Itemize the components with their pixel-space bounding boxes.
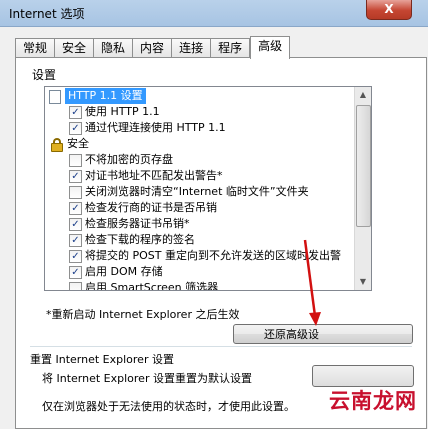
checkbox-unchecked-icon[interactable]: [69, 154, 82, 167]
scrollbar-thumb[interactable]: [356, 105, 371, 227]
restart-note: *重新启动 Internet Explorer 之后生效: [46, 308, 240, 321]
list-item-label: 检查下载的程序的签名: [85, 233, 195, 246]
tab-general[interactable]: 常规: [15, 38, 56, 58]
reset-description: 将 Internet Explorer 设置重置为默认设置: [42, 372, 252, 385]
watermark-logo: 云南龙网: [329, 389, 417, 413]
settings-list[interactable]: HTTP 1.1 设置 ✓ 使用 HTTP 1.1 ✓ 通过代理连接使用 HTT…: [44, 86, 372, 291]
reset-warning: 仅在浏览器处于无法使用的状态时，才使用此设置。: [42, 400, 295, 413]
checkbox-checked-icon[interactable]: ✓: [69, 250, 82, 263]
divider: [30, 346, 412, 347]
scroll-up-icon[interactable]: ▲: [355, 87, 371, 103]
checkbox-unchecked-icon[interactable]: [69, 282, 82, 290]
list-item-label: 关闭浏览器时清空“Internet 临时文件”文件夹: [85, 185, 309, 198]
list-item-label: 通过代理连接使用 HTTP 1.1: [85, 121, 226, 134]
list-item-label: 使用 HTTP 1.1: [85, 105, 160, 118]
tab-connections[interactable]: 连接: [172, 38, 212, 58]
list-item-label: 检查服务器证书吊销*: [85, 217, 190, 230]
tab-advanced[interactable]: 高级: [250, 36, 291, 59]
list-item-label: HTTP 1.1 设置: [65, 88, 146, 104]
checkbox-checked-icon[interactable]: ✓: [69, 266, 82, 279]
title-bar: Internet 选项 X: [0, 0, 428, 27]
tab-content[interactable]: 内容: [133, 38, 173, 58]
close-icon: X: [384, 2, 394, 16]
settings-label: 设置: [32, 68, 57, 82]
list-item-label: 启用 SmartScreen 筛选器: [85, 281, 219, 291]
tab-security[interactable]: 安全: [55, 38, 95, 58]
window-title: Internet 选项: [9, 7, 85, 21]
list-item-label: 检查发行商的证书是否吊销: [85, 201, 217, 214]
list-item-label: 安全: [67, 137, 89, 150]
close-button[interactable]: X: [366, 0, 412, 20]
list-item-label: 将提交的 POST 重定向到不允许发送的区域时发出警: [85, 249, 341, 262]
checkbox-checked-icon[interactable]: ✓: [69, 218, 82, 231]
vertical-scrollbar[interactable]: ▲ ▼: [354, 87, 371, 290]
reset-section-label: 重置 Internet Explorer 设置: [30, 353, 174, 366]
tab-programs[interactable]: 程序: [211, 38, 251, 58]
checkbox-checked-icon[interactable]: ✓: [69, 106, 82, 119]
checkbox-checked-icon[interactable]: ✓: [69, 202, 82, 215]
checkbox-checked-icon[interactable]: ✓: [69, 170, 82, 183]
list-item-label: 不将加密的页存盘: [85, 153, 173, 166]
checkbox-checked-icon[interactable]: ✓: [69, 234, 82, 247]
lock-icon: [50, 138, 63, 152]
restore-advanced-settings-button[interactable]: 还原高级设: [233, 324, 413, 344]
tab-strip: 常规 安全 隐私 内容 连接 程序 高级: [15, 35, 291, 59]
checkbox-unchecked-icon[interactable]: [69, 186, 82, 199]
list-item-label: 对证书地址不匹配发出警告*: [85, 169, 223, 182]
tab-privacy[interactable]: 隐私: [94, 38, 134, 58]
page-icon: [49, 90, 61, 104]
scroll-down-icon[interactable]: ▼: [355, 274, 371, 290]
list-item-label: 启用 DOM 存储: [85, 265, 163, 278]
checkbox-checked-icon[interactable]: ✓: [69, 122, 82, 135]
